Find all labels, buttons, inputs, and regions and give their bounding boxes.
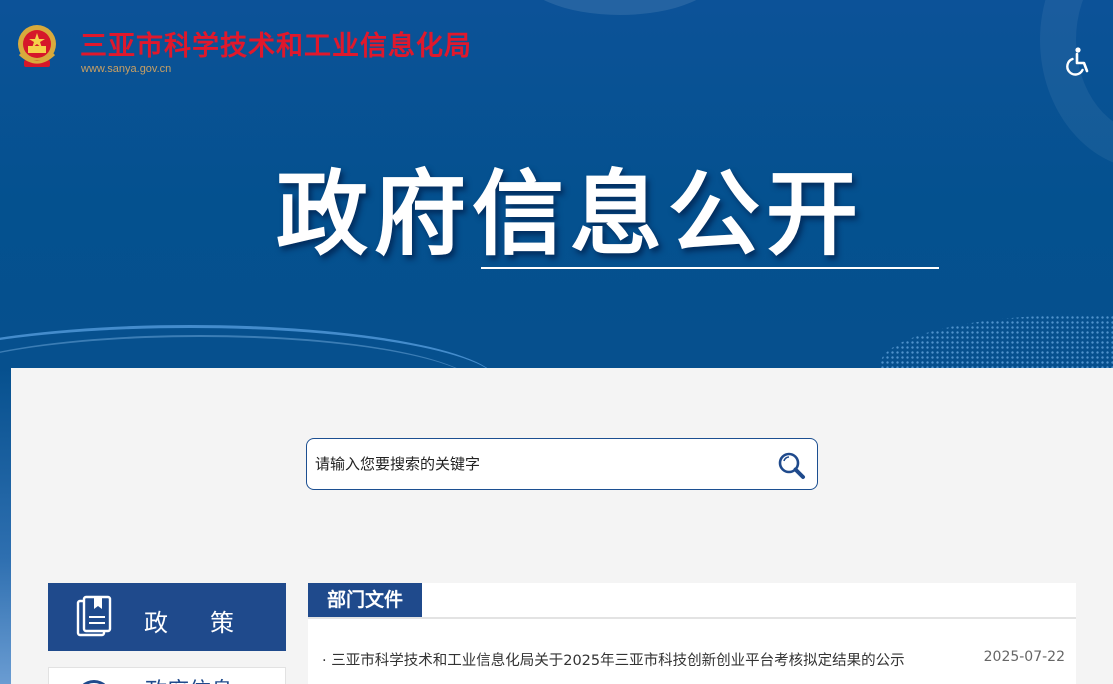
search-input[interactable] — [315, 447, 755, 481]
sidebar-item-label: 政府信息 — [145, 673, 233, 684]
site-url[interactable]: www.sanya.gov.cn — [81, 63, 171, 75]
tab-department-documents[interactable]: 部门文件 — [308, 583, 422, 618]
document-icon — [76, 595, 112, 637]
site-title[interactable]: 三亚市科学技术和工业信息化局 — [80, 24, 472, 63]
national-emblem-icon — [18, 25, 56, 67]
sidebar-item-policy[interactable]: 政策 — [48, 583, 286, 651]
search-box — [306, 438, 818, 490]
page-hero-title: 政府信息公开 — [276, 161, 865, 268]
document-title-link[interactable]: · 三亚市科学技术和工业信息化局关于2025年三亚市科技创新创业平台考核拟定结果… — [322, 649, 962, 670]
document-date: 2025-07-22 — [983, 649, 1065, 665]
header-banner: 三亚市科学技术和工业信息化局 www.sanya.gov.cn 政府信息公开 — [0, 0, 1113, 368]
department-documents-panel: 部门文件 · 三亚市科学技术和工业信息化局关于2025年三亚市科技创新创业平台考… — [308, 583, 1076, 684]
list-item[interactable]: · 三亚市科学技术和工业信息化局关于2025年三亚市科技创新创业平台考核拟定结果… — [322, 649, 1066, 671]
banner-decoration — [520, 0, 720, 15]
circle-icon — [76, 680, 112, 684]
sidebar-item-label: 政策 — [144, 609, 276, 637]
sidebar-item-government-info[interactable]: 政府信息 — [48, 667, 286, 684]
search-icon[interactable] — [776, 450, 806, 480]
banner-decoration — [1040, 0, 1113, 170]
hero-underline — [481, 267, 939, 269]
banner-dots — [880, 315, 1113, 368]
wheelchair-icon[interactable] — [1060, 44, 1094, 78]
divider — [308, 617, 1076, 619]
left-edge-decoration — [0, 368, 11, 684]
